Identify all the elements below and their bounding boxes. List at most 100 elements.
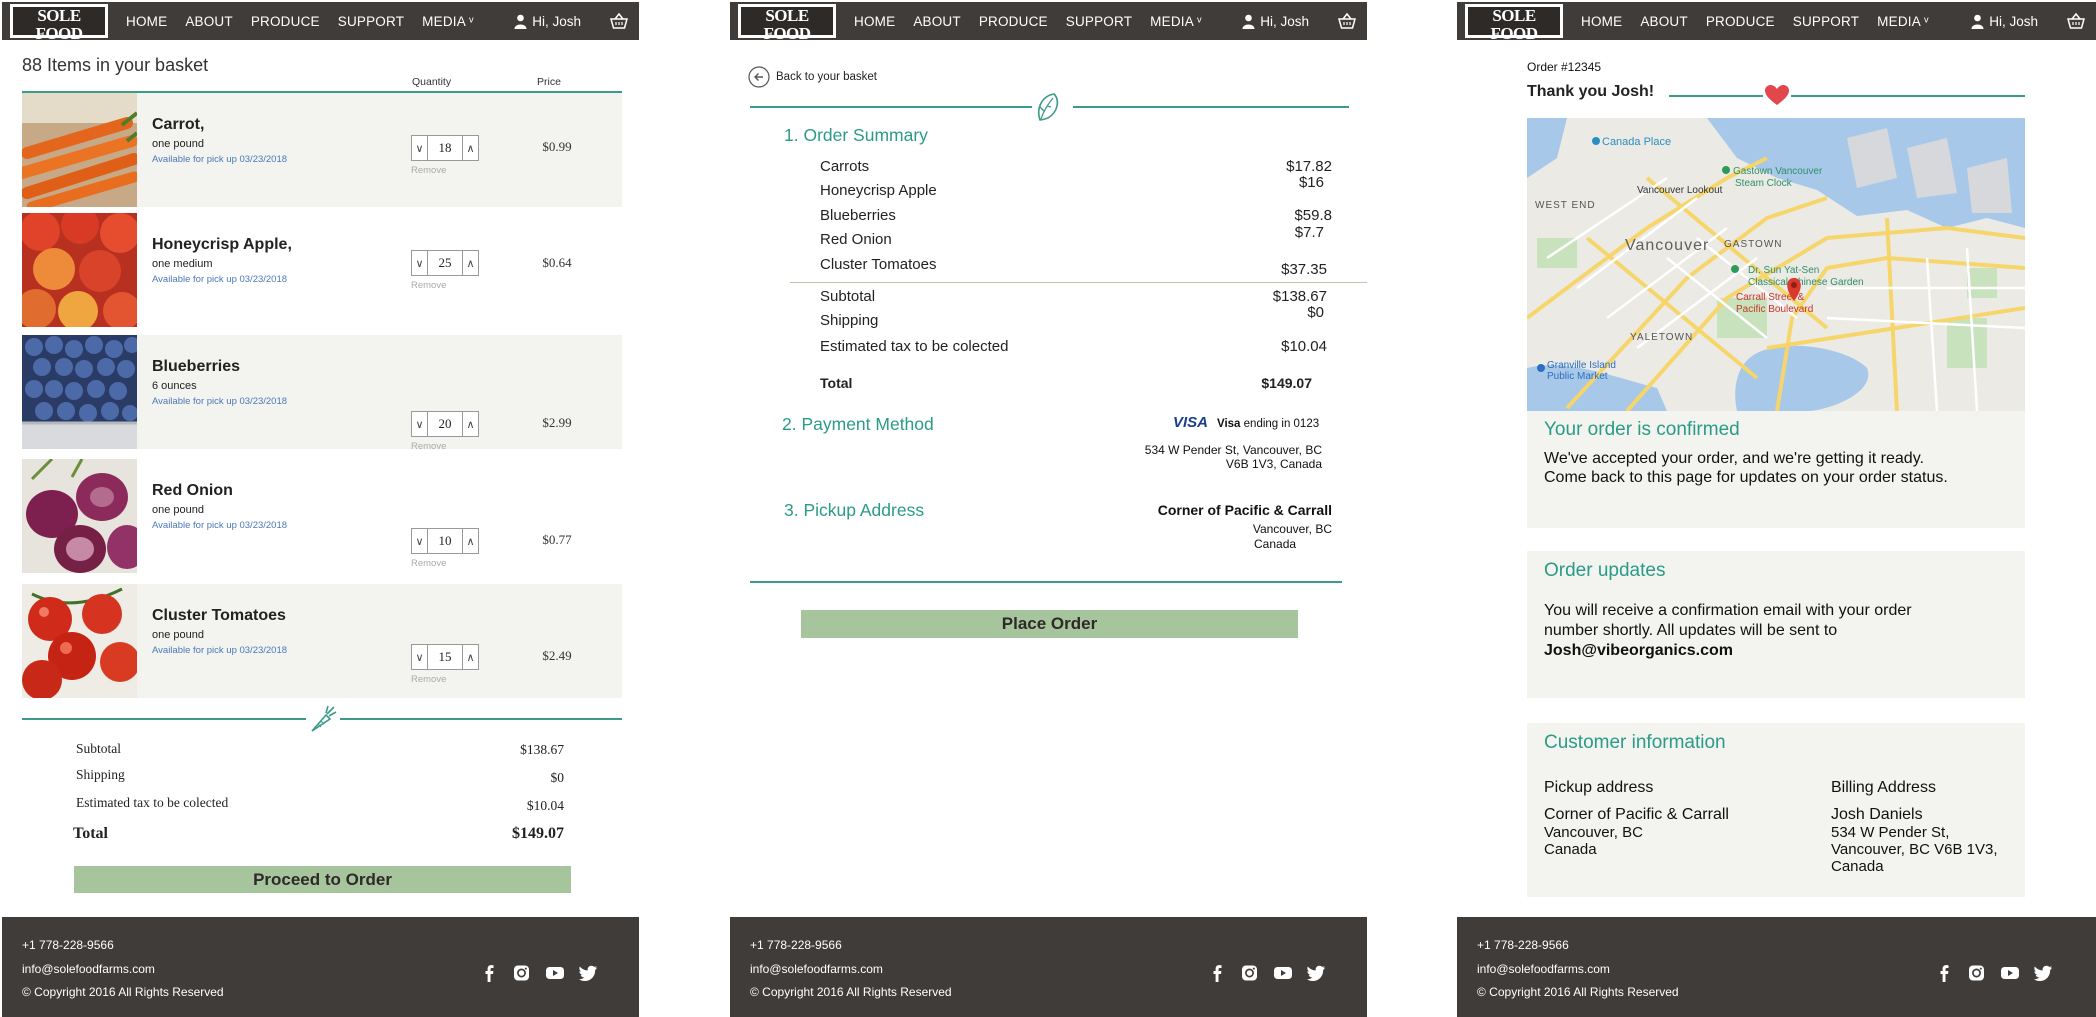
user-menu[interactable]: Hi, Josh (1971, 2, 2038, 40)
nav-about[interactable]: ABOUT (185, 14, 233, 29)
quantity-value[interactable]: 20 (428, 412, 462, 436)
site-header: SOLE FOOD STREET FARMS HOME ABOUT PRODUC… (730, 2, 1367, 49)
instagram-icon[interactable] (1240, 964, 1259, 982)
customer-info-card: Customer information Pickup address Corn… (1527, 723, 2025, 897)
footer-email[interactable]: info@solefoodfarms.com (750, 962, 883, 976)
back-link[interactable]: Back to your basket (748, 66, 877, 88)
nav-about[interactable]: ABOUT (913, 14, 961, 29)
facebook-icon[interactable] (1935, 964, 1954, 982)
footer-email[interactable]: info@solefoodfarms.com (22, 962, 155, 976)
item-availability: Available for pick up 03/23/2018 (152, 396, 288, 407)
nav-home[interactable]: HOME (854, 14, 895, 29)
nav-media[interactable]: MEDIA ᵛ (1150, 14, 1202, 29)
twitter-icon[interactable] (1307, 964, 1326, 982)
footer-email[interactable]: info@solefoodfarms.com (1477, 962, 1610, 976)
nav-produce[interactable]: PRODUCE (251, 14, 320, 29)
instagram-icon[interactable] (512, 964, 531, 982)
footer-phone[interactable]: +1 778-228-9566 (1477, 938, 1569, 952)
leaf-icon (1032, 91, 1064, 123)
nav-media[interactable]: MEDIA ᵛ (1877, 14, 1929, 29)
remove-link[interactable]: Remove (411, 165, 446, 176)
basket-item: Blueberries 6 ounces Available for pick … (22, 335, 622, 452)
chevron-up-icon[interactable]: ∧ (462, 412, 478, 436)
nav-about[interactable]: ABOUT (1640, 14, 1688, 29)
remove-link[interactable]: Remove (411, 280, 446, 291)
card-name: Visa (1217, 418, 1241, 430)
basket-icon[interactable] (1337, 11, 1357, 31)
quantity-stepper[interactable]: ∨ 20 ∧ (411, 411, 479, 437)
quantity-stepper[interactable]: ∨ 15 ∧ (411, 644, 479, 670)
remove-link[interactable]: Remove (411, 674, 446, 685)
footer-phone[interactable]: +1 778-228-9566 (750, 938, 842, 952)
logo[interactable]: SOLE FOOD STREET FARMS (1465, 4, 1563, 49)
divider (1669, 95, 1763, 97)
remove-link[interactable]: Remove (411, 441, 446, 452)
remove-link[interactable]: Remove (411, 558, 446, 569)
price-column-header: Price (537, 76, 561, 88)
order-confirmed-heading: Your order is confirmed (1544, 419, 1740, 440)
total-value: $149.07 (1261, 375, 1312, 391)
summary-line-label: Cluster Tomatoes (820, 256, 937, 273)
place-order-button[interactable]: Place Order (801, 610, 1298, 638)
summary-line-value: $37.35 (1281, 261, 1327, 278)
main-nav: HOME ABOUT PRODUCE SUPPORT MEDIA ᵛ (126, 2, 474, 40)
item-name: Honeycrisp Apple, (152, 236, 292, 253)
map[interactable]: Canada Place Vancouver Lookout Gastown V… (1527, 118, 2025, 411)
twitter-icon[interactable] (579, 964, 598, 982)
facebook-icon[interactable] (1208, 964, 1227, 982)
logo-subtext: STREET FARMS (25, 43, 93, 49)
quantity-stepper[interactable]: ∨ 10 ∧ (411, 528, 479, 554)
nav-home[interactable]: HOME (126, 14, 167, 29)
user-menu[interactable]: Hi, Josh (1242, 2, 1309, 40)
payment-method-heading: 2. Payment Method (782, 414, 934, 434)
chevron-down-icon[interactable]: ∨ (412, 412, 428, 436)
map-label: GASTOWN (1724, 239, 1782, 250)
pickup-name: Corner of Pacific & Carrall (1544, 806, 1729, 823)
user-greeting: Hi, Josh (532, 13, 581, 29)
logo[interactable]: SOLE FOOD STREET FARMS (10, 4, 108, 49)
nav-produce[interactable]: PRODUCE (979, 14, 1048, 29)
chevron-up-icon[interactable]: ∧ (462, 529, 478, 553)
chevron-down-icon[interactable]: ∨ (412, 251, 428, 275)
chevron-up-icon[interactable]: ∧ (462, 136, 478, 160)
quantity-value[interactable]: 18 (428, 136, 462, 160)
chevron-down-icon[interactable]: ∨ (412, 136, 428, 160)
chevron-down-icon[interactable]: ∨ (412, 645, 428, 669)
twitter-icon[interactable] (2034, 964, 2053, 982)
chevron-down-icon[interactable]: ∨ (412, 529, 428, 553)
nav-media[interactable]: MEDIA ᵛ (422, 14, 474, 29)
nav-support[interactable]: SUPPORT (1793, 14, 1859, 29)
quantity-stepper[interactable]: ∨ 25 ∧ (411, 250, 479, 276)
instagram-icon[interactable] (1967, 964, 1986, 982)
basket-icon[interactable] (2066, 11, 2086, 31)
nav-support[interactable]: SUPPORT (1066, 14, 1132, 29)
youtube-icon[interactable] (544, 964, 566, 982)
nav-produce[interactable]: PRODUCE (1706, 14, 1775, 29)
divider (340, 718, 622, 720)
carrot-icon (311, 705, 337, 732)
nav-home[interactable]: HOME (1581, 14, 1622, 29)
facebook-icon[interactable] (480, 964, 499, 982)
user-menu[interactable]: Hi, Josh (514, 2, 581, 40)
quantity-value[interactable]: 15 (428, 645, 462, 669)
chevron-up-icon[interactable]: ∧ (462, 645, 478, 669)
chevron-up-icon[interactable]: ∧ (462, 251, 478, 275)
quantity-stepper[interactable]: ∨ 18 ∧ (411, 135, 479, 161)
proceed-to-order-button[interactable]: Proceed to Order (74, 866, 571, 893)
summary-line-label: Blueberries (820, 207, 896, 224)
divider (22, 718, 306, 720)
notification-email[interactable]: Josh@vibeorganics.com (1544, 641, 1733, 661)
footer-phone[interactable]: +1 778-228-9566 (22, 938, 114, 952)
shipping-label: Shipping (76, 767, 125, 782)
social-links (1208, 964, 1326, 982)
quantity-value[interactable]: 25 (428, 251, 462, 275)
order-confirmed-text: Come back to this page for updates on yo… (1544, 469, 1948, 486)
quantity-value[interactable]: 10 (428, 529, 462, 553)
logo-text: SOLE FOOD (763, 6, 811, 43)
map-label: YALETOWN (1630, 332, 1693, 343)
youtube-icon[interactable] (1999, 964, 2021, 982)
basket-icon[interactable] (609, 11, 629, 31)
nav-support[interactable]: SUPPORT (338, 14, 404, 29)
logo[interactable]: SOLE FOOD STREET FARMS (738, 4, 836, 49)
youtube-icon[interactable] (1272, 964, 1294, 982)
